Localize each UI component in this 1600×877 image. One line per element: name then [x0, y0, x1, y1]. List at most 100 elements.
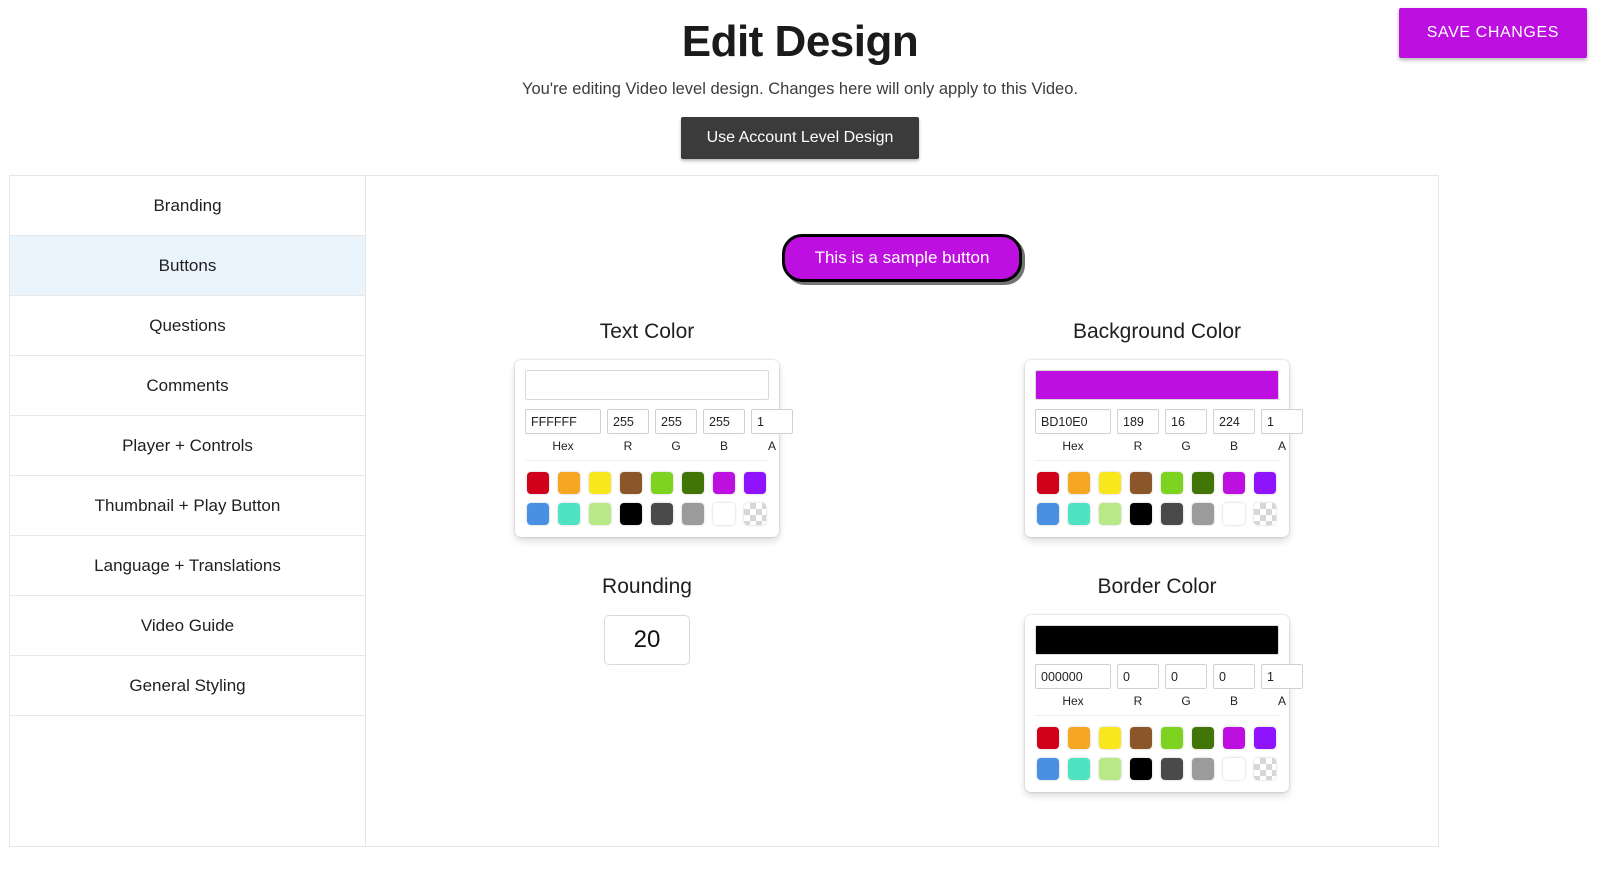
b-label: B [1229, 439, 1238, 454]
color-swatch[interactable] [1099, 726, 1121, 749]
border-color-r-input[interactable] [1117, 664, 1159, 690]
text-color-hex-input[interactable] [525, 409, 601, 435]
a-label: A [1277, 439, 1286, 454]
color-swatch[interactable] [1099, 472, 1121, 495]
color-swatch[interactable] [620, 503, 642, 526]
color-swatch[interactable] [1068, 472, 1090, 495]
text-color-column: Text Color Hex R [392, 282, 902, 792]
color-swatch[interactable] [1037, 503, 1059, 526]
color-swatch[interactable] [527, 472, 549, 495]
sidebar-item-player-controls[interactable]: Player + Controls [10, 416, 365, 477]
text-color-g-input[interactable] [655, 409, 697, 435]
color-swatch[interactable] [1192, 472, 1214, 495]
color-swatch[interactable] [1223, 503, 1245, 526]
color-swatch[interactable] [558, 472, 580, 495]
color-swatch[interactable] [589, 503, 611, 526]
sidebar-item-language-translations[interactable]: Language + Translations [10, 536, 365, 597]
background-color-preview-swatch [1035, 370, 1279, 401]
background-color-hex-input[interactable] [1035, 409, 1111, 435]
color-swatch[interactable] [1223, 472, 1245, 495]
sidebar-item-buttons[interactable]: Buttons [10, 236, 365, 297]
sidebar-item-thumbnail-play-button[interactable]: Thumbnail + Play Button [10, 476, 365, 537]
border-color-hex-input[interactable] [1035, 664, 1111, 690]
color-swatch[interactable] [1254, 726, 1276, 749]
background-color-g-input[interactable] [1165, 409, 1207, 435]
border-color-g-input[interactable] [1165, 664, 1207, 690]
color-swatch[interactable] [1254, 757, 1276, 780]
color-swatch[interactable] [1223, 757, 1245, 780]
background-color-r-group: R [1117, 409, 1159, 455]
sidebar-item-video-guide[interactable]: Video Guide [10, 596, 365, 657]
hex-label: Hex [552, 439, 574, 454]
sidebar-item-label: Comments [146, 375, 229, 395]
color-swatch[interactable] [1130, 757, 1152, 780]
sidebar-item-branding[interactable]: Branding [10, 176, 365, 237]
border-color-fields: Hex R G B [1035, 664, 1303, 710]
border-color-b-input[interactable] [1213, 664, 1255, 690]
color-swatch[interactable] [651, 472, 673, 495]
text-color-a-input[interactable] [751, 409, 793, 435]
color-swatch[interactable] [527, 503, 549, 526]
background-color-r-input[interactable] [1117, 409, 1159, 435]
sidebar-item-comments[interactable]: Comments [10, 356, 365, 417]
sidebar-item-label: Branding [153, 195, 222, 215]
color-swatch[interactable] [713, 472, 735, 495]
rounding-input[interactable] [604, 615, 690, 666]
border-color-label: Border Color [1097, 575, 1217, 599]
page-header: Edit Design You're editing Video level d… [0, 0, 1600, 160]
color-swatch[interactable] [1161, 472, 1183, 495]
sample-button-preview[interactable]: This is a sample button [781, 234, 1023, 283]
color-swatch[interactable] [682, 503, 704, 526]
use-account-level-design-button[interactable]: Use Account Level Design [680, 117, 920, 160]
color-swatch[interactable] [1254, 472, 1276, 495]
background-color-b-input[interactable] [1213, 409, 1255, 435]
color-swatch[interactable] [1099, 503, 1121, 526]
color-swatch[interactable] [1037, 757, 1059, 780]
color-swatch[interactable] [1161, 503, 1183, 526]
main-layout: Branding Buttons Questions Comments Play… [0, 175, 1600, 848]
border-color-b-group: B [1213, 664, 1255, 710]
color-swatch[interactable] [1068, 757, 1090, 780]
color-swatch[interactable] [558, 503, 580, 526]
color-swatch[interactable] [1192, 503, 1214, 526]
color-swatch[interactable] [682, 472, 704, 495]
page-title: Edit Design [681, 17, 919, 66]
color-swatch[interactable] [744, 472, 766, 495]
g-label: G [1181, 694, 1191, 709]
background-color-picker: Hex R G B [1025, 360, 1303, 538]
color-swatch[interactable] [620, 472, 642, 495]
color-swatch[interactable] [1161, 726, 1183, 749]
sidebar-item-questions[interactable]: Questions [10, 296, 365, 357]
b-label: B [719, 439, 728, 454]
color-swatch[interactable] [1130, 726, 1152, 749]
color-swatch[interactable] [1223, 726, 1245, 749]
rounding-label: Rounding [602, 575, 692, 599]
text-color-b-input[interactable] [703, 409, 745, 435]
background-color-swatches [1035, 460, 1279, 537]
border-color-hex-group: Hex [1035, 664, 1111, 710]
sample-button-preview-row: This is a sample button [366, 176, 1438, 283]
save-changes-button[interactable]: SAVE CHANGES [1398, 8, 1587, 58]
color-swatch[interactable] [1068, 726, 1090, 749]
background-color-hex-group: Hex [1035, 409, 1111, 455]
color-swatch[interactable] [1037, 726, 1059, 749]
color-swatch[interactable] [1099, 757, 1121, 780]
color-swatch[interactable] [1192, 757, 1214, 780]
color-swatch[interactable] [1130, 472, 1152, 495]
border-color-r-group: R [1117, 664, 1159, 710]
color-swatch[interactable] [1130, 503, 1152, 526]
border-color-a-input[interactable] [1261, 664, 1303, 690]
color-swatch[interactable] [1068, 503, 1090, 526]
color-swatch[interactable] [589, 472, 611, 495]
color-swatch[interactable] [1192, 726, 1214, 749]
color-swatch[interactable] [744, 503, 766, 526]
color-swatch[interactable] [1037, 472, 1059, 495]
color-swatch[interactable] [651, 503, 673, 526]
sidebar-item-general-styling[interactable]: General Styling [10, 656, 365, 717]
color-swatch[interactable] [1254, 503, 1276, 526]
color-swatch[interactable] [713, 503, 735, 526]
background-color-label: Background Color [1072, 320, 1242, 344]
color-swatch[interactable] [1161, 757, 1183, 780]
text-color-r-input[interactable] [607, 409, 649, 435]
background-color-a-input[interactable] [1261, 409, 1303, 435]
